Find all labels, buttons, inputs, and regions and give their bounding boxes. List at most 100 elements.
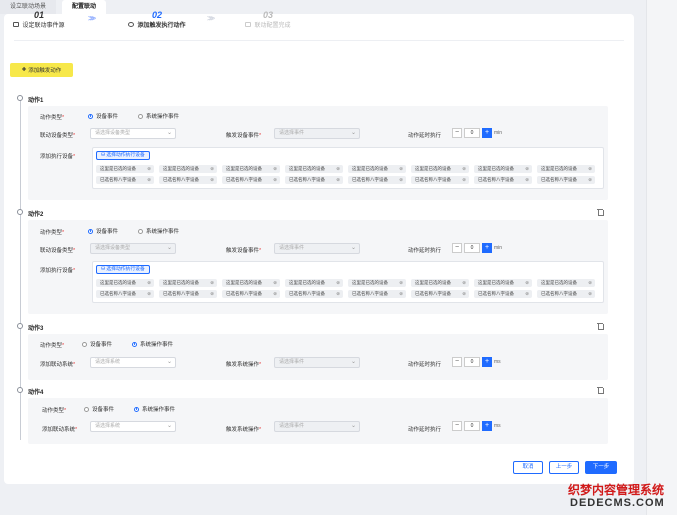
device-tag[interactable]: 已选名称八字设备 ⊗ xyxy=(159,290,217,298)
radio-system-event[interactable]: 系统操作事件 xyxy=(138,112,179,120)
device-type-select[interactable]: 请选择设备类型 ⌄ xyxy=(90,243,176,254)
radio-device-event[interactable]: 设备事件 xyxy=(82,340,112,348)
device-tag[interactable]: 已选名称八字设备 ⊗ xyxy=(285,290,343,298)
remove-tag-icon[interactable]: ⊗ xyxy=(210,176,214,184)
prev-button[interactable]: 上一步 xyxy=(549,461,579,474)
remove-tag-icon[interactable]: ⊗ xyxy=(525,279,529,287)
system-select[interactable]: 请选择系统 ⌄ xyxy=(90,421,176,432)
device-tag[interactable]: 这里是已选的设备 ⊗ xyxy=(159,279,217,287)
delay-stepper[interactable]: −0 + min xyxy=(452,243,502,253)
scrollbar[interactable] xyxy=(646,0,677,515)
event-select[interactable]: 请选择事件 ⌄ xyxy=(274,128,360,139)
remove-tag-icon[interactable]: ⊗ xyxy=(210,165,214,173)
minus-button[interactable]: − xyxy=(452,128,462,138)
remove-tag-icon[interactable]: ⊗ xyxy=(462,176,466,184)
delete-icon[interactable] xyxy=(597,208,604,216)
plus-button[interactable]: + xyxy=(482,421,492,431)
minus-button[interactable]: − xyxy=(452,357,462,367)
device-tag[interactable]: 这里是已选的设备 ⊗ xyxy=(222,279,280,287)
remove-tag-icon[interactable]: ⊗ xyxy=(462,165,466,173)
remove-tag-icon[interactable]: ⊗ xyxy=(525,165,529,173)
remove-tag-icon[interactable]: ⊗ xyxy=(336,290,340,298)
delay-value[interactable]: 0 xyxy=(464,357,480,367)
device-tag[interactable]: 这里是已选的设备 ⊗ xyxy=(159,165,217,173)
system-select[interactable]: 请选择系统 ⌄ xyxy=(90,357,176,368)
device-tag[interactable]: 这里是已选的设备 ⊗ xyxy=(285,279,343,287)
radio-device-event[interactable]: 设备事件 xyxy=(88,227,118,235)
device-type-select[interactable]: 请选择设备类型 ⌄ xyxy=(90,128,176,139)
device-tag[interactable]: 已选名称八字设备 ⊗ xyxy=(537,290,595,298)
delete-icon[interactable] xyxy=(597,386,604,394)
device-tag[interactable]: 这里是已选的设备 ⊗ xyxy=(537,165,595,173)
radio-system-event[interactable]: 系统操作事件 xyxy=(134,405,175,413)
device-tag[interactable]: 这里是已选的设备 ⊗ xyxy=(96,279,154,287)
remove-tag-icon[interactable]: ⊗ xyxy=(399,165,403,173)
remove-tag-icon[interactable]: ⊗ xyxy=(462,290,466,298)
choose-device-button[interactable]: ⛁ 选择动作执行设备 xyxy=(96,265,150,274)
remove-tag-icon[interactable]: ⊗ xyxy=(399,290,403,298)
plus-button[interactable]: + xyxy=(482,243,492,253)
device-tag[interactable]: 已选名称八字设备 ⊗ xyxy=(348,290,406,298)
device-tag[interactable]: 这里是已选的设备 ⊗ xyxy=(348,165,406,173)
remove-tag-icon[interactable]: ⊗ xyxy=(336,279,340,287)
remove-tag-icon[interactable]: ⊗ xyxy=(147,165,151,173)
delay-value[interactable]: 0 xyxy=(464,421,480,431)
remove-tag-icon[interactable]: ⊗ xyxy=(525,176,529,184)
delay-stepper[interactable]: −0 + min xyxy=(452,128,502,138)
remove-tag-icon[interactable]: ⊗ xyxy=(210,290,214,298)
device-tag[interactable]: 已选名称八字设备 ⊗ xyxy=(159,176,217,184)
remove-tag-icon[interactable]: ⊗ xyxy=(273,176,277,184)
device-tag[interactable]: 已选名称八字设备 ⊗ xyxy=(96,290,154,298)
device-tag[interactable]: 已选名称八字设备 ⊗ xyxy=(474,176,532,184)
next-button[interactable]: 下一步 xyxy=(585,461,617,474)
remove-tag-icon[interactable]: ⊗ xyxy=(147,279,151,287)
plus-button[interactable]: + xyxy=(482,128,492,138)
device-tag[interactable]: 这里是已选的设备 ⊗ xyxy=(411,279,469,287)
event-select[interactable]: 请选择事件 ⌄ xyxy=(274,421,360,432)
device-tag[interactable]: 这里是已选的设备 ⊗ xyxy=(411,165,469,173)
device-tag[interactable]: 这里是已选的设备 ⊗ xyxy=(348,279,406,287)
remove-tag-icon[interactable]: ⊗ xyxy=(399,176,403,184)
remove-tag-icon[interactable]: ⊗ xyxy=(588,279,592,287)
remove-tag-icon[interactable]: ⊗ xyxy=(210,279,214,287)
device-tag[interactable]: 这里是已选的设备 ⊗ xyxy=(222,165,280,173)
device-tag[interactable]: 这里是已选的设备 ⊗ xyxy=(537,279,595,287)
radio-system-event[interactable]: 系统操作事件 xyxy=(132,340,173,348)
delay-stepper[interactable]: −0 + ms xyxy=(452,421,501,431)
radio-device-event[interactable]: 设备事件 xyxy=(84,405,114,413)
add-trigger-action-button[interactable]: ✚ 添加触发动作 xyxy=(10,63,73,77)
minus-button[interactable]: − xyxy=(452,243,462,253)
remove-tag-icon[interactable]: ⊗ xyxy=(399,279,403,287)
remove-tag-icon[interactable]: ⊗ xyxy=(147,290,151,298)
delay-value[interactable]: 0 xyxy=(464,128,480,138)
device-tag[interactable]: 已选名称八字设备 ⊗ xyxy=(348,176,406,184)
remove-tag-icon[interactable]: ⊗ xyxy=(462,279,466,287)
device-tag[interactable]: 已选名称八字设备 ⊗ xyxy=(474,290,532,298)
delete-icon[interactable] xyxy=(597,322,604,330)
remove-tag-icon[interactable]: ⊗ xyxy=(588,165,592,173)
plus-button[interactable]: + xyxy=(482,357,492,367)
remove-tag-icon[interactable]: ⊗ xyxy=(336,176,340,184)
delay-stepper[interactable]: −0 + ms xyxy=(452,357,501,367)
device-tag[interactable]: 已选名称八字设备 ⊗ xyxy=(222,290,280,298)
device-tag[interactable]: 这里是已选的设备 ⊗ xyxy=(285,165,343,173)
delay-value[interactable]: 0 xyxy=(464,243,480,253)
event-select[interactable]: 请选择事件 ⌄ xyxy=(274,243,360,254)
remove-tag-icon[interactable]: ⊗ xyxy=(273,279,277,287)
device-tag[interactable]: 已选名称八字设备 ⊗ xyxy=(411,290,469,298)
remove-tag-icon[interactable]: ⊗ xyxy=(588,290,592,298)
cancel-button[interactable]: 取消 xyxy=(513,461,543,474)
device-tag[interactable]: 这里是已选的设备 ⊗ xyxy=(474,165,532,173)
device-tag[interactable]: 已选名称八字设备 ⊗ xyxy=(222,176,280,184)
device-tag[interactable]: 已选名称八字设备 ⊗ xyxy=(96,176,154,184)
device-tag[interactable]: 已选名称八字设备 ⊗ xyxy=(285,176,343,184)
choose-device-button[interactable]: ⛁ 选择动作执行设备 xyxy=(96,151,150,160)
device-tag[interactable]: 这里是已选的设备 ⊗ xyxy=(96,165,154,173)
minus-button[interactable]: − xyxy=(452,421,462,431)
remove-tag-icon[interactable]: ⊗ xyxy=(588,176,592,184)
event-select[interactable]: 请选择事件 ⌄ xyxy=(274,357,360,368)
device-tag[interactable]: 这里是已选的设备 ⊗ xyxy=(474,279,532,287)
remove-tag-icon[interactable]: ⊗ xyxy=(273,290,277,298)
device-tag[interactable]: 已选名称八字设备 ⊗ xyxy=(411,176,469,184)
remove-tag-icon[interactable]: ⊗ xyxy=(336,165,340,173)
